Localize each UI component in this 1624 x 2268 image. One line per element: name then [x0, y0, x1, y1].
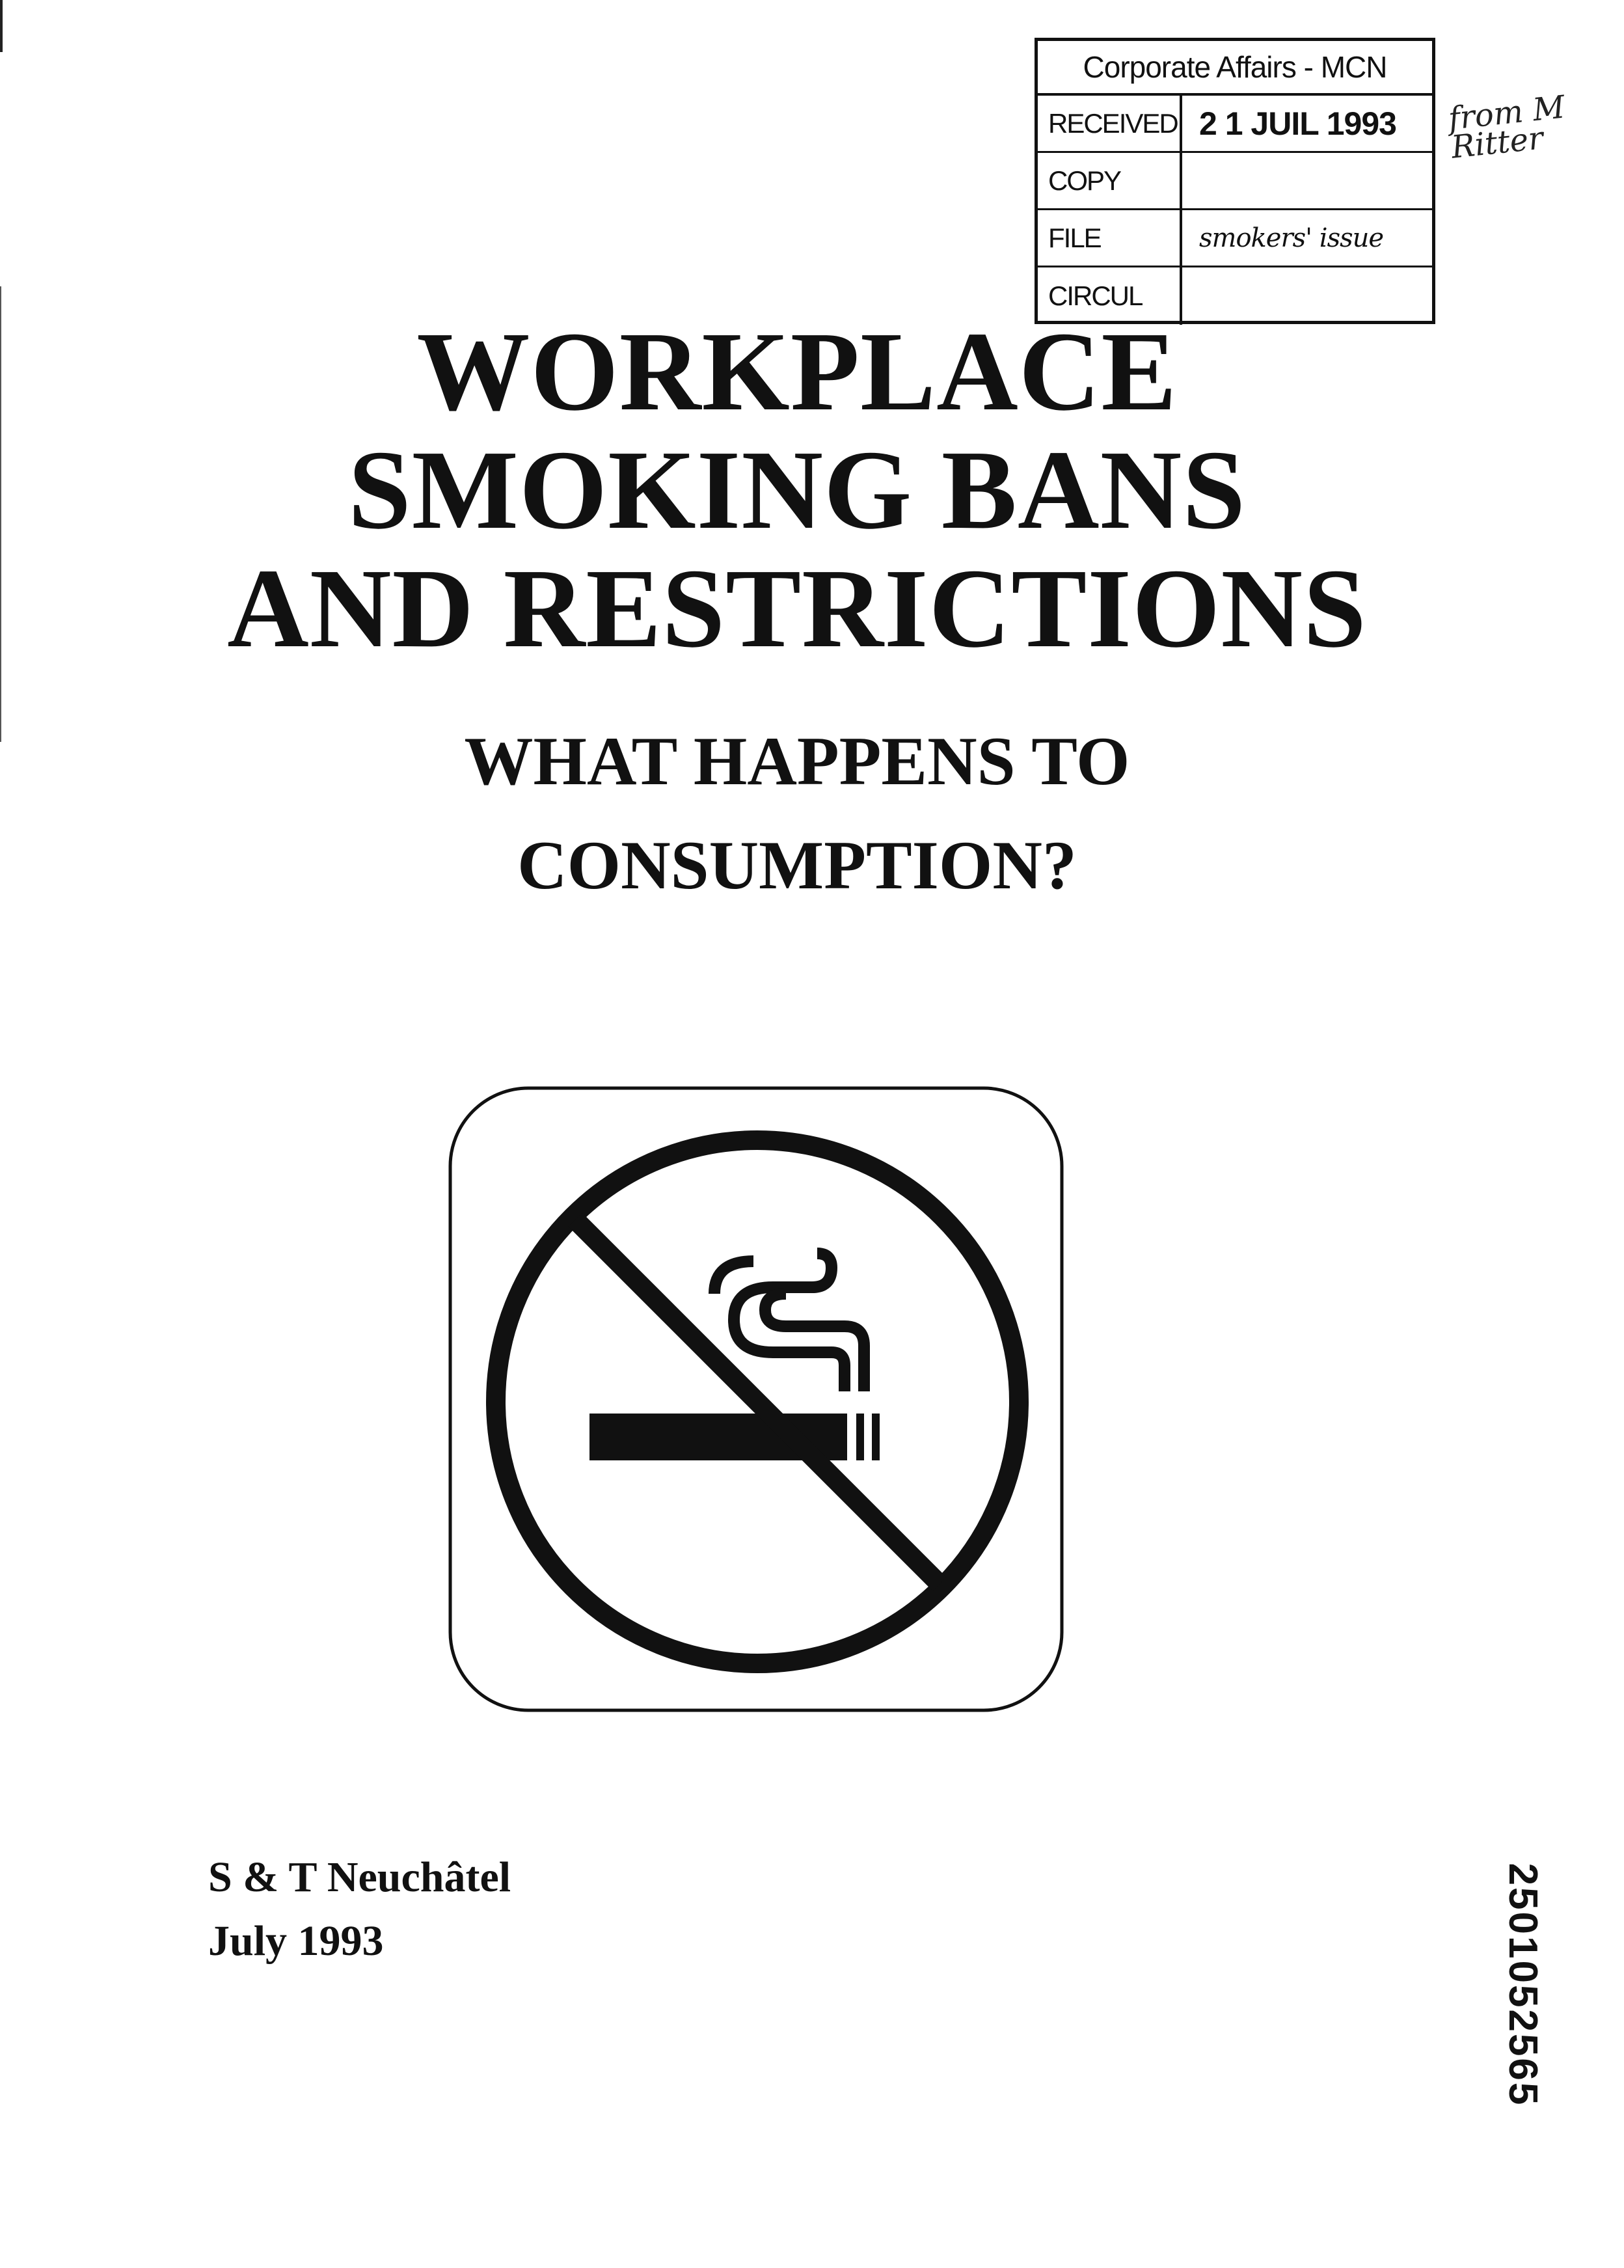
stamp-row-copy: COPY: [1038, 153, 1432, 210]
stamp-value: 2 1 JUIL 1993: [1199, 105, 1397, 142]
no-smoking-icon: [448, 1086, 1064, 1713]
scan-edge-mark: [0, 0, 3, 52]
handwritten-note: from M Ritter: [1446, 89, 1567, 166]
stamp-label: FILE: [1038, 210, 1182, 266]
document-title: WORKPLACE SMOKING BANS AND RESTRICTIONS: [0, 312, 1594, 668]
cigarette-tip-icon: [856, 1414, 864, 1460]
no-smoking-graphic: [448, 1086, 1064, 1712]
subtitle-line: CONSUMPTION?: [517, 827, 1077, 903]
cigarette-tip-icon: [872, 1414, 880, 1460]
stamp-label: COPY: [1038, 153, 1182, 208]
subtitle-line: WHAT HAPPENS TO: [464, 723, 1130, 799]
byline: S & T Neuchâtel July 1993: [208, 1846, 511, 1973]
stamp-row-file: FILE smokers' issue: [1038, 210, 1432, 267]
stamp-header: Corporate Affairs - MCN: [1038, 41, 1432, 96]
stamp-label: RECEIVED: [1038, 96, 1182, 151]
stamp-value: [1182, 153, 1432, 208]
title-line: AND RESTRICTIONS: [227, 545, 1367, 671]
stamp-row-received: RECEIVED 2 1 JUIL 1993: [1038, 96, 1432, 153]
title-line: SMOKING BANS: [347, 427, 1247, 553]
author: S & T Neuchâtel: [208, 1853, 511, 1901]
received-stamp: Corporate Affairs - MCN RECEIVED 2 1 JUI…: [1035, 38, 1435, 325]
bates-number: 2501052565: [1500, 1863, 1545, 2107]
stamp-value-handwritten: smokers' issue: [1199, 223, 1384, 253]
document-subtitle: WHAT HAPPENS TO CONSUMPTION?: [0, 709, 1594, 918]
title-line: WORKPLACE: [416, 308, 1178, 434]
date: July 1993: [208, 1917, 384, 1965]
